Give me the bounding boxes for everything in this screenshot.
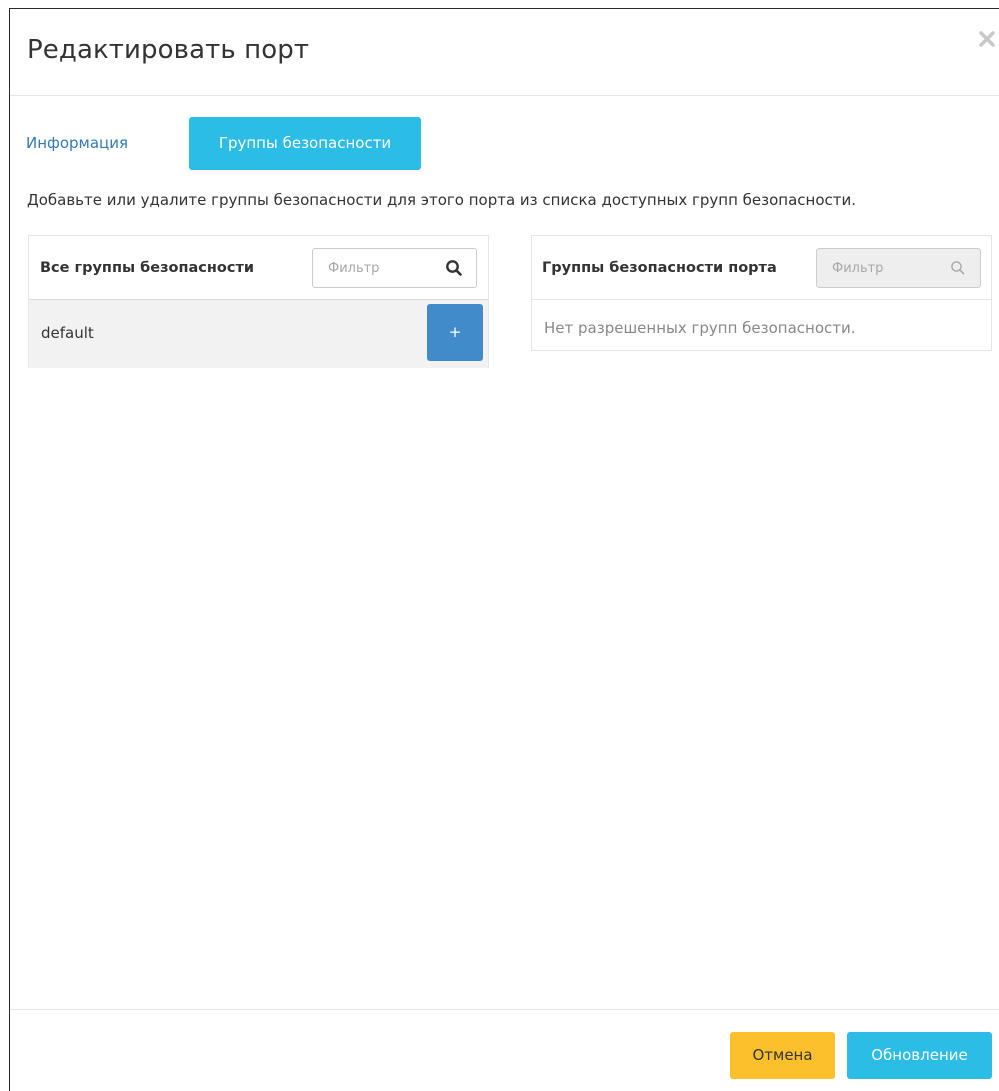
- modal-header: Редактировать порт: [10, 9, 999, 96]
- available-security-groups-panel: Все группы безопасности default +: [28, 235, 489, 368]
- edit-port-modal: Редактировать порт Информация Группы без…: [9, 8, 999, 1091]
- cancel-button[interactable]: Отмена: [730, 1032, 835, 1079]
- search-icon: [951, 261, 965, 275]
- allocated-panel-header: Группы безопасности порта: [532, 236, 991, 300]
- empty-state-text: Нет разрешенных групп безопасности.: [544, 319, 856, 337]
- port-security-groups-panel: Группы безопасности порта Нет разрешенны…: [531, 235, 992, 351]
- tab-information[interactable]: Информация: [24, 117, 128, 170]
- available-panel-header: Все группы безопасности: [29, 236, 488, 300]
- add-security-group-button[interactable]: +: [427, 304, 483, 361]
- modal-title: Редактировать порт: [27, 35, 310, 65]
- allocated-filter: [816, 248, 981, 288]
- security-group-name: default: [41, 324, 94, 342]
- modal-footer: Отмена Обновление: [10, 1009, 999, 1091]
- close-icon[interactable]: [977, 29, 997, 49]
- tab-security-groups[interactable]: Группы безопасности: [189, 117, 421, 170]
- table-row: default +: [29, 300, 488, 368]
- update-button[interactable]: Обновление: [847, 1032, 992, 1079]
- available-filter: [312, 248, 477, 288]
- available-panel-title: Все группы безопасности: [40, 260, 255, 276]
- allocated-filter-input[interactable]: [817, 249, 937, 287]
- help-text: Добавьте или удалите группы безопасности…: [27, 191, 857, 209]
- allocated-panel-title: Группы безопасности порта: [542, 260, 777, 276]
- search-icon[interactable]: [444, 258, 464, 278]
- available-filter-input[interactable]: [313, 249, 433, 287]
